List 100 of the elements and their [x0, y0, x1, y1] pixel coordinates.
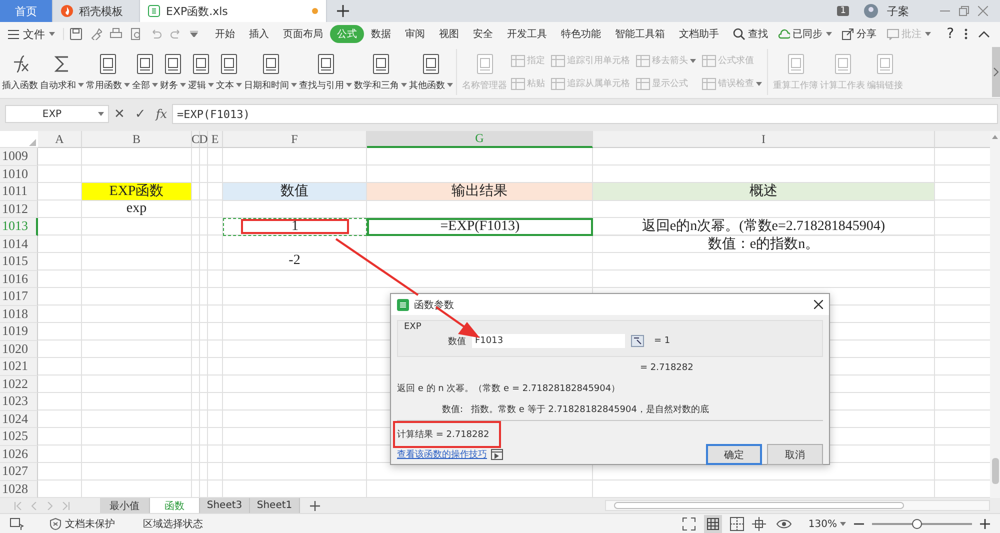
more-icon[interactable] [964, 28, 968, 40]
row-header[interactable]: 1019 [0, 323, 38, 340]
row-header[interactable]: 1027 [0, 463, 38, 480]
menu-tab[interactable]: 数据 [364, 25, 398, 43]
save-icon[interactable] [70, 28, 82, 40]
protection-status[interactable]: 文档未保护 [50, 517, 115, 531]
scroll-thumb[interactable] [614, 502, 904, 509]
add-sheet-icon[interactable] [310, 500, 320, 510]
row-header[interactable]: 1011 [0, 183, 38, 200]
row-header[interactable]: 1022 [0, 376, 38, 393]
menu-tab[interactable]: 页面布局 [276, 25, 330, 43]
user-name[interactable]: 子案 [887, 4, 909, 18]
menu-tab[interactable]: 特色功能 [554, 25, 608, 43]
row-header[interactable]: 1015 [0, 253, 38, 270]
column-header[interactable]: C [192, 131, 200, 148]
menu-tab[interactable]: 插入 [242, 25, 276, 43]
macro-icon[interactable] [10, 518, 24, 530]
ribbon-button[interactable]: 财务 [159, 50, 187, 94]
ribbon-button[interactable]: 全部 [131, 50, 159, 94]
row-header[interactable]: 1017 [0, 288, 38, 306]
menu-tab[interactable]: 智能工具箱 [608, 25, 672, 43]
sheet-tab[interactable]: 最小值 [100, 498, 150, 513]
column-header[interactable]: F [223, 131, 367, 148]
file-menu[interactable]: 文件 [8, 26, 55, 42]
sheet-tab[interactable]: 函数 [150, 498, 200, 513]
formula-input[interactable]: =EXP(F1013) [172, 104, 998, 124]
row-header[interactable]: 1018 [0, 306, 38, 323]
row-header[interactable]: 1023 [0, 393, 38, 410]
first-sheet-icon[interactable] [14, 502, 22, 510]
table-cell[interactable]: EXP函数 [82, 183, 192, 200]
column-header[interactable]: E [208, 131, 223, 148]
video-icon[interactable] [491, 449, 503, 460]
vertical-scrollbar[interactable] [990, 131, 1000, 498]
crosshair-icon[interactable] [752, 517, 768, 531]
document-tab[interactable]: EXP函数.xls [140, 0, 327, 22]
ribbon-button[interactable]: 常用函数 [85, 50, 131, 94]
scroll-right-icon[interactable] [992, 47, 1000, 97]
row-header[interactable]: 1012 [0, 200, 38, 218]
print-icon[interactable] [110, 28, 122, 40]
sheet-tab[interactable]: Sheet1 [250, 498, 300, 513]
fit-screen-icon[interactable] [682, 517, 696, 531]
restore-icon[interactable] [959, 6, 969, 16]
enter-button[interactable]: ✓ [134, 106, 146, 122]
cancel-button[interactable]: ✕ [114, 106, 125, 122]
ribbon-button[interactable]: 逻辑 [187, 50, 215, 94]
table-cell[interactable]: 概述 [593, 183, 935, 200]
table-cell[interactable]: =EXP(F1013) [367, 218, 593, 236]
menu-tab[interactable]: 文档助手 [672, 25, 726, 43]
menu-tab[interactable]: 开始 [208, 25, 242, 43]
scroll-thumb[interactable] [992, 458, 998, 484]
brush-icon[interactable] [90, 28, 102, 40]
row-header[interactable]: 1026 [0, 446, 38, 463]
help-link[interactable]: 查看该函数的操作技巧 [397, 448, 487, 461]
eye-icon[interactable] [776, 518, 792, 530]
row-header[interactable]: 1020 [0, 340, 38, 358]
argument-input[interactable]: F1013 [472, 334, 625, 348]
document-tab[interactable]: 首页 [0, 0, 53, 22]
ribbon-button[interactable]: 日期和时间 [243, 50, 298, 94]
table-cell[interactable]: 输出结果 [367, 183, 593, 200]
insert-function-button[interactable]: fx [156, 107, 168, 121]
table-cell[interactable]: 返回e的n次幂。(常数e=2.718281845904) [593, 218, 935, 236]
ok-button[interactable]: 确定 [706, 444, 762, 465]
menu-tab[interactable]: 审阅 [398, 25, 432, 43]
name-box[interactable]: EXP [5, 105, 109, 123]
collapse-dialog-icon[interactable] [631, 335, 644, 347]
page-break-icon[interactable] [730, 517, 744, 531]
preview-icon[interactable] [130, 28, 142, 40]
customize-caret-icon[interactable] [190, 31, 198, 37]
menu-tab[interactable]: 开发工具 [500, 25, 554, 43]
row-header[interactable]: 1014 [0, 236, 38, 253]
table-cell[interactable]: 数值：e的指数n。 [593, 236, 935, 253]
ribbon-button[interactable]: 数学和三角 [353, 50, 408, 94]
zoom-level[interactable]: 130% [808, 518, 846, 530]
sync-button[interactable]: 已同步 [778, 27, 832, 41]
table-cell[interactable]: exp [82, 200, 192, 218]
close-icon[interactable] [814, 300, 823, 309]
column-header[interactable]: I [593, 131, 935, 148]
sheet-tab[interactable]: Sheet3 [200, 498, 250, 513]
ribbon-button[interactable]: 文本 [215, 50, 243, 94]
row-header[interactable]: 1010 [0, 166, 38, 183]
cancel-button[interactable]: 取消 [767, 444, 823, 465]
collapse-icon[interactable] [978, 30, 990, 38]
search-button[interactable]: 查找 [726, 25, 775, 43]
ribbon-button[interactable]: 查找与引用 [298, 50, 353, 94]
normal-view-icon[interactable] [704, 515, 722, 533]
row-header[interactable]: 1009 [0, 148, 38, 166]
help-button[interactable]: ? [946, 26, 954, 42]
row-header[interactable]: 1021 [0, 358, 38, 376]
zoom-in-icon[interactable] [980, 519, 990, 529]
menu-tab[interactable]: 视图 [432, 25, 466, 43]
new-tab-icon[interactable] [337, 5, 349, 17]
last-sheet-icon[interactable] [62, 502, 70, 510]
ribbon-button[interactable]: 自动求和 [39, 50, 85, 94]
table-cell[interactable]: 数值 [223, 183, 367, 200]
select-all-icon[interactable] [29, 139, 36, 146]
row-header[interactable]: 1028 [0, 480, 38, 498]
menu-tab[interactable]: 安全 [466, 25, 500, 43]
row-header[interactable]: 1025 [0, 428, 38, 446]
redo-icon[interactable] [170, 28, 182, 40]
previous-sheet-icon[interactable] [30, 502, 38, 510]
